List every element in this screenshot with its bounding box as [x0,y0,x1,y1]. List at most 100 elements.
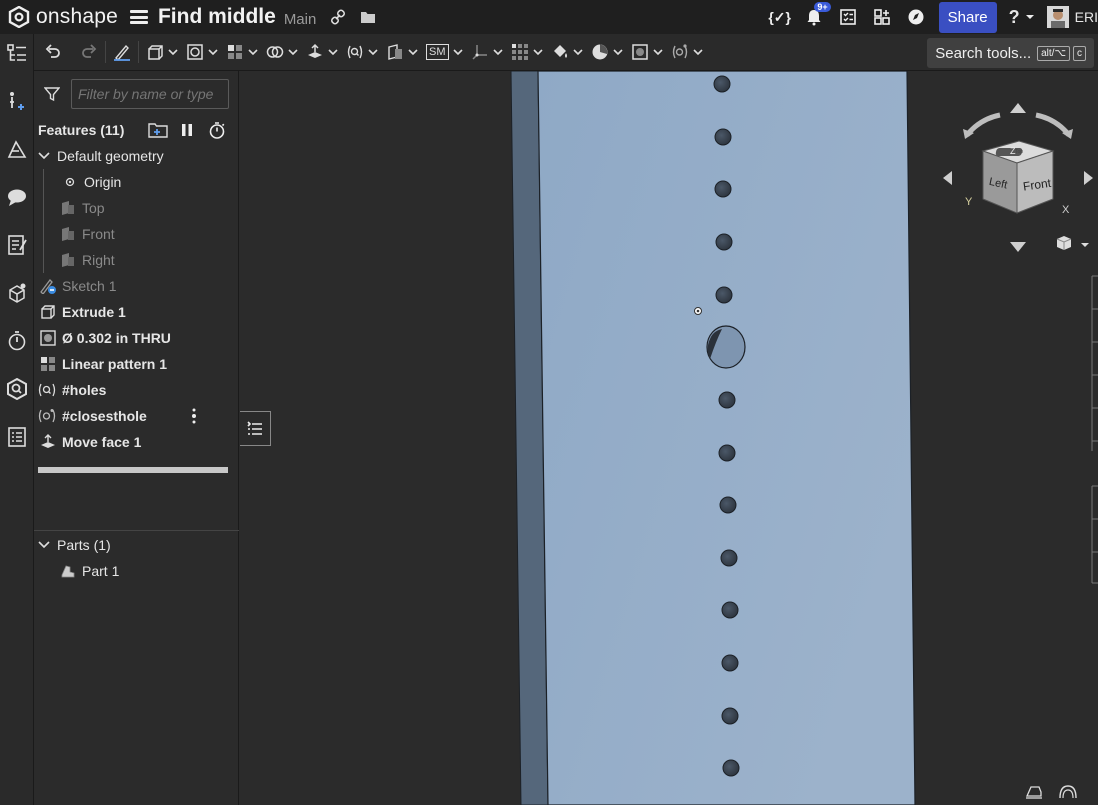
tree-item-origin[interactable]: Origin [34,169,238,195]
learning-center-icon[interactable] [905,6,927,28]
rotate-ccw-icon[interactable] [965,112,1001,137]
hole-button[interactable] [182,34,222,71]
stopwatch-icon[interactable] [208,121,226,139]
render-mode-button[interactable] [1059,785,1077,799]
arrow-down-icon[interactable] [1010,242,1026,252]
comments-icon[interactable] [6,186,28,208]
chevron-down-icon[interactable] [692,48,703,56]
feature-list-icon[interactable] [6,42,28,64]
tree-item-holes-variable[interactable]: #holes [34,377,238,403]
filter-input[interactable] [71,79,229,109]
chevron-down-icon[interactable] [652,48,663,56]
tree-item-move-face[interactable]: Move face 1 [34,429,238,455]
sketch-button[interactable] [109,34,135,71]
tree-item-closest-hole[interactable]: #closesthole [34,403,238,429]
section-view-button[interactable] [1025,786,1042,799]
chevron-down-icon[interactable] [168,48,178,56]
menu-icon[interactable] [129,10,148,24]
grid-pattern-button[interactable] [507,34,547,71]
arrow-up-icon[interactable] [1010,103,1026,113]
move-face-button[interactable] [302,34,342,71]
sketch-plane-icon[interactable] [6,138,28,160]
tree-item-sketch1[interactable]: Sketch 1 [34,273,238,299]
hole[interactable] [719,496,737,514]
graphics-viewport[interactable]: Left Front Top Y X Z [240,71,1098,805]
hole[interactable] [721,601,739,619]
feature-tool-button[interactable] [627,34,667,71]
hole[interactable] [714,128,732,146]
search-tools-button[interactable]: Search tools... alt/⌥ c [927,38,1094,68]
tree-item-top-plane[interactable]: Top [34,195,238,221]
properties-icon[interactable] [6,426,28,448]
chevron-down-icon[interactable] [248,48,258,56]
hole[interactable] [713,75,731,93]
arrow-right-icon[interactable] [1084,171,1093,185]
tree-item-extrude1[interactable]: Extrude 1 [34,299,238,325]
view-options-button[interactable] [1056,236,1089,250]
undo-button[interactable] [40,34,66,71]
sheet-metal-button[interactable]: SM [422,34,467,71]
chevron-down-icon[interactable] [492,48,503,56]
more-options-icon[interactable] [191,408,197,424]
tree-item-default-geometry[interactable]: Default geometry [34,143,238,169]
query-variable-button[interactable] [342,34,382,71]
tree-item-right-plane[interactable]: Right [34,247,238,273]
rollback-bar[interactable] [38,467,228,473]
folder-icon[interactable] [360,9,376,25]
measure-button[interactable] [587,34,627,71]
chevron-down-icon[interactable] [288,48,298,56]
boolean-button[interactable] [262,34,302,71]
hole[interactable] [721,707,739,725]
parts-header[interactable]: Parts (1) [34,532,239,558]
part-face[interactable] [537,71,916,805]
mate-connector-icon[interactable] [6,282,28,304]
notifications-icon[interactable]: 9+ [803,2,831,28]
pause-icon[interactable] [180,122,194,138]
feature-list-toggle[interactable] [240,411,271,446]
plane-button[interactable] [382,34,422,71]
user-name[interactable]: ERI [1075,9,1098,25]
hole[interactable] [718,444,736,462]
model-canvas[interactable]: Left Front Top Y X Z [240,71,1098,805]
appearance-button[interactable] [547,34,587,71]
hole[interactable] [718,391,736,409]
chevron-down-icon[interactable] [328,48,338,56]
chevron-down-icon[interactable] [368,48,378,56]
mate-connector-button[interactable] [467,34,507,71]
redo-button[interactable] [76,34,102,71]
filter-icon[interactable] [44,86,60,102]
chevron-down-icon[interactable] [408,48,418,56]
hole[interactable] [714,180,732,198]
extrude-button[interactable] [142,34,182,71]
add-folder-icon[interactable] [148,121,169,139]
tree-item-linear-pattern[interactable]: Linear pattern 1 [34,351,238,377]
origin-marker[interactable] [694,307,702,315]
tree-item-part1[interactable]: Part 1 [34,558,239,584]
tree-item-front-plane[interactable]: Front [34,221,238,247]
chevron-down-icon[interactable] [612,48,623,56]
link-icon[interactable] [330,9,346,25]
view-cube[interactable]: Left Front Top Y X Z [943,103,1093,252]
hole[interactable] [715,286,733,304]
rotate-cw-icon[interactable] [1035,112,1071,137]
checklist-icon[interactable] [837,6,859,28]
chevron-down-icon[interactable] [38,540,50,550]
help-button[interactable]: ? [1009,7,1035,28]
queries-icon[interactable] [6,377,28,401]
onshape-logo[interactable]: onshape [8,5,118,29]
closest-hole-tool-button[interactable] [667,34,707,71]
pattern-button[interactable] [222,34,262,71]
chevron-down-icon[interactable] [452,48,463,56]
chevron-down-icon[interactable] [208,48,218,56]
branch-name[interactable]: Main [284,11,317,28]
hole[interactable] [721,654,739,672]
chevron-down-icon[interactable] [38,151,50,161]
variables-icon[interactable]: {✓} [768,6,791,28]
hole[interactable] [722,759,740,777]
app-store-icon[interactable] [871,6,893,28]
chevron-down-icon[interactable] [572,48,583,56]
arrow-left-icon[interactable] [943,171,952,185]
share-button[interactable]: Share [938,1,997,33]
chevron-down-icon[interactable] [532,48,543,56]
document-title[interactable]: Find middle [158,5,276,29]
